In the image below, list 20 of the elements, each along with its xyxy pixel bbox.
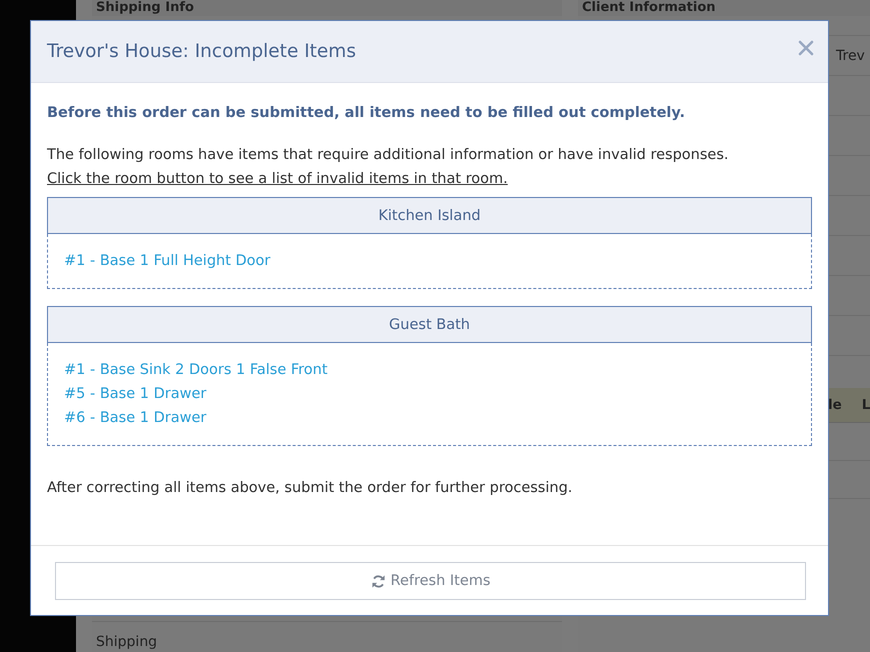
panel-title: Client Information (578, 0, 870, 16)
room-button[interactable]: Kitchen Island (47, 197, 812, 234)
intro-text: The following rooms have items that require additional information or have invalid responses. (47, 146, 730, 165)
field-value: Trev (836, 48, 865, 64)
refresh-button[interactable]: Refresh Items (55, 562, 806, 600)
table-cell: Shipping (92, 621, 562, 652)
column-header: L (862, 397, 870, 413)
item-link[interactable]: #6 - Base 1 Drawer (64, 408, 206, 429)
refresh-icon (370, 574, 386, 588)
warning-text: Before this order can be submitted, all items need to be filled out completely. (47, 104, 686, 123)
close-icon[interactable] (798, 40, 814, 56)
room-button[interactable]: Guest Bath (47, 306, 812, 343)
closing-text: After correcting all items above, submit the order for further processing. (47, 479, 574, 498)
instruction-text: Click the room button to see a list of invalid items in that room. (47, 170, 509, 189)
column-header: le (828, 397, 842, 413)
item-link[interactable]: #1 - Base Sink 2 Doors 1 False Front (64, 360, 328, 381)
panel-title: Shipping Info (92, 0, 562, 16)
dialog-title: Trevor's House: Incomplete Items (47, 41, 356, 62)
item-link[interactable]: #1 - Base 1 Full Height Door (64, 251, 270, 272)
item-link[interactable]: #5 - Base 1 Drawer (64, 384, 206, 405)
